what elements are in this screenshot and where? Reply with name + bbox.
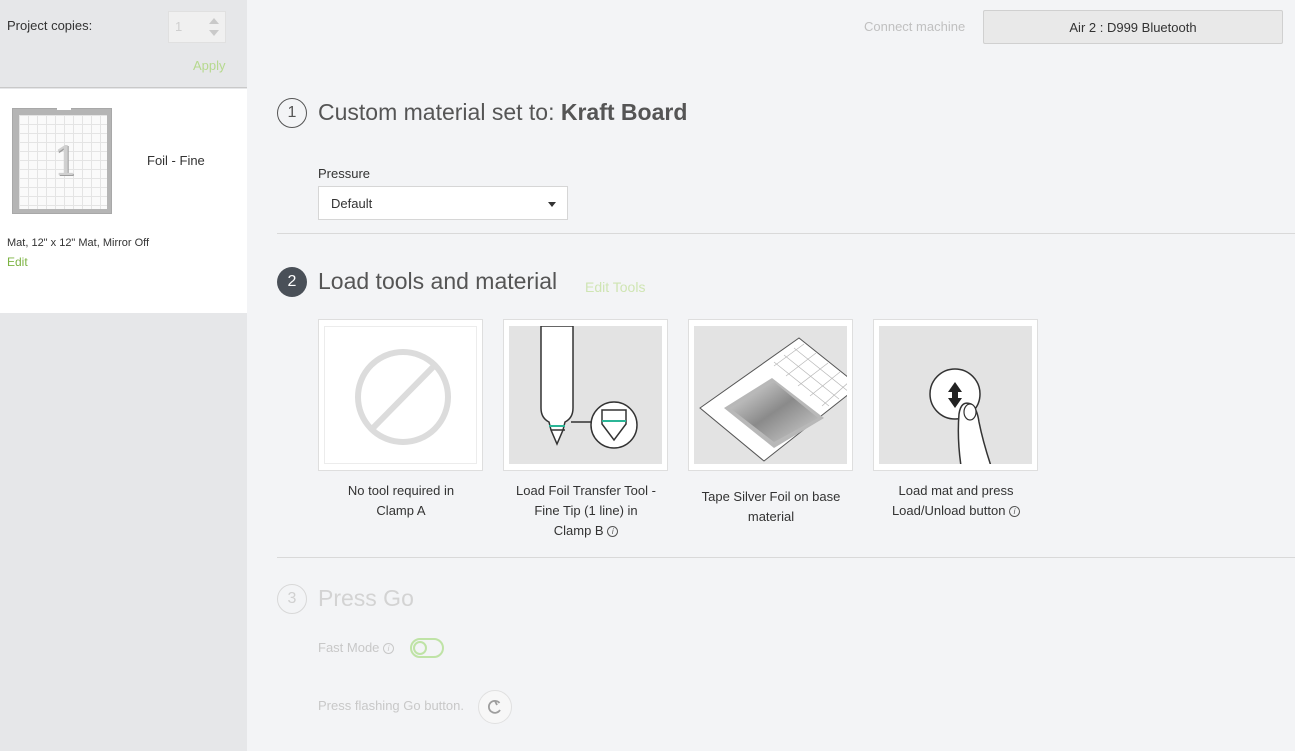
info-icon[interactable]: i bbox=[607, 526, 619, 538]
caption-line: Load mat and press bbox=[898, 483, 1014, 498]
load-unload-button-icon bbox=[929, 368, 992, 464]
edit-tools-link[interactable]: Edit Tools bbox=[585, 279, 645, 295]
sidebar: Project copies: 1 Apply 1 Foil - Fine Ma… bbox=[0, 0, 247, 751]
go-icon bbox=[488, 699, 501, 714]
apply-button[interactable]: Apply bbox=[193, 58, 226, 73]
mat-info: Mat, 12" x 12" Mat, Mirror Off bbox=[7, 237, 150, 249]
info-icon[interactable]: i bbox=[1009, 506, 1021, 518]
project-copies-value: 1 bbox=[175, 19, 183, 34]
step-3-badge: 3 bbox=[277, 584, 307, 614]
pressure-label: Pressure bbox=[318, 166, 371, 181]
tool-card-image bbox=[324, 326, 477, 464]
go-button[interactable] bbox=[478, 690, 512, 724]
chevron-down-icon bbox=[548, 202, 556, 207]
toggle-knob bbox=[413, 641, 427, 655]
no-tool-icon bbox=[355, 349, 451, 445]
pressure-value: Default bbox=[331, 196, 373, 211]
project-copies-stepper[interactable]: 1 bbox=[168, 11, 226, 43]
caption-line: No tool required in bbox=[347, 483, 455, 498]
mat-panel[interactable]: 1 Foil - Fine Mat, 12" x 12" Mat, Mirror… bbox=[0, 89, 247, 313]
tool-caption-tape-foil: Tape Silver Foil on base material bbox=[681, 487, 861, 527]
tool-card-image bbox=[879, 326, 1032, 464]
tool-card-tape-foil bbox=[688, 319, 853, 471]
mat-number: 1 bbox=[53, 139, 79, 185]
caption-line: Clamp A bbox=[376, 503, 426, 518]
caption-line: Clamp B i bbox=[496, 521, 676, 541]
project-copies-panel: Project copies: 1 Apply bbox=[0, 0, 247, 88]
caption-line-2: Load/Unload button bbox=[891, 503, 1006, 518]
foil-tool-icon bbox=[540, 326, 638, 449]
tool-card-clamp-b bbox=[503, 319, 668, 471]
material-name: Kraft Board bbox=[560, 99, 688, 125]
step-2-title: Load tools and material bbox=[318, 268, 558, 294]
caption-line: Fine Tip (1 line) in bbox=[534, 503, 638, 518]
tool-card-load-mat bbox=[873, 319, 1038, 471]
fast-mode-toggle[interactable] bbox=[410, 638, 444, 658]
info-icon[interactable]: i bbox=[383, 643, 395, 655]
fast-mode-text: Fast Mode bbox=[318, 640, 380, 655]
connect-machine-label: Connect machine bbox=[864, 19, 966, 34]
tool-caption-load-mat: Load mat and press Load/Unload button i bbox=[866, 481, 1046, 521]
caption-line: Tape Silver Foil on base bbox=[701, 489, 841, 504]
tool-card-image bbox=[694, 326, 847, 464]
tool-caption-clamp-a: No tool required in Clamp A bbox=[311, 481, 491, 521]
mat-title: Foil - Fine bbox=[147, 153, 205, 168]
caption-line: Load/Unload button i bbox=[866, 501, 1046, 521]
section-divider bbox=[277, 557, 1295, 558]
stepper-down-icon[interactable] bbox=[209, 30, 219, 36]
step-3-title: Press Go bbox=[318, 585, 414, 611]
stepper-arrows[interactable] bbox=[209, 14, 221, 40]
tool-card-image bbox=[509, 326, 662, 464]
project-copies-label: Project copies: bbox=[7, 18, 93, 33]
stepper-up-icon[interactable] bbox=[209, 18, 219, 24]
mat-grid: 1 bbox=[19, 115, 107, 209]
tape-foil-icon bbox=[699, 337, 847, 462]
step-1-title-prefix: Custom material set to: bbox=[318, 99, 561, 125]
fast-mode-label: Fast Mode i bbox=[318, 640, 395, 655]
tool-card-clamp-a bbox=[318, 319, 483, 471]
mat-tab-icon bbox=[57, 106, 71, 110]
pressure-dropdown[interactable]: Default bbox=[318, 186, 568, 220]
mat-edit-link[interactable]: Edit bbox=[7, 255, 28, 269]
caption-line-3: Clamp B bbox=[553, 523, 604, 538]
step-1-badge: 1 bbox=[277, 98, 307, 128]
mat-thumbnail[interactable]: 1 bbox=[12, 106, 112, 214]
section-divider bbox=[277, 233, 1295, 234]
machine-select-button[interactable]: Air 2 : D999 Bluetooth bbox=[983, 10, 1283, 44]
go-instruction: Press flashing Go button. bbox=[318, 698, 464, 713]
step-1-title: Custom material set to: Kraft Board bbox=[318, 99, 687, 126]
step-2-badge: 2 bbox=[277, 267, 307, 297]
tool-caption-clamp-b: Load Foil Transfer Tool - Fine Tip (1 li… bbox=[496, 481, 676, 541]
caption-line: material bbox=[747, 509, 795, 524]
caption-line: Load Foil Transfer Tool - bbox=[516, 483, 656, 498]
